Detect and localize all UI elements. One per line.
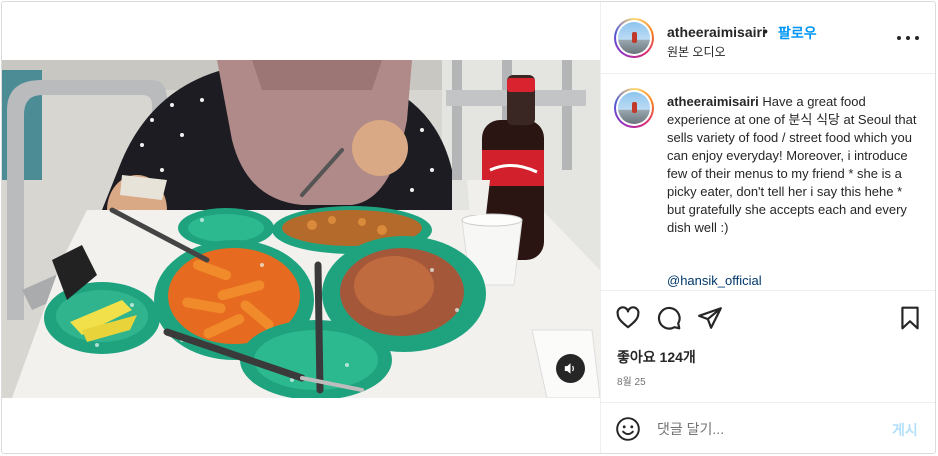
- caption-body: Have a great food experience at one of 분…: [667, 94, 917, 235]
- mention-link[interactable]: @hansik_official: [667, 273, 762, 288]
- comment-input[interactable]: [657, 415, 877, 443]
- follow-button[interactable]: 팔로우: [778, 23, 817, 43]
- emoji-icon[interactable]: [615, 416, 641, 442]
- header-username[interactable]: atheeraimisairi: [667, 24, 766, 40]
- more-options-button[interactable]: [897, 28, 919, 48]
- caption-section: atheeraimisairi Have a great food experi…: [601, 74, 935, 290]
- action-bar: 좋아요 124개 8월 25: [601, 290, 935, 402]
- mute-button[interactable]: [556, 354, 585, 383]
- speaker-icon: [564, 363, 574, 374]
- more-dot-icon: [906, 36, 910, 40]
- share-icon[interactable]: [697, 305, 723, 331]
- post-comment-button[interactable]: 게시: [892, 420, 918, 440]
- bookmark-icon[interactable]: [897, 305, 923, 331]
- food-video-frame: [2, 60, 600, 398]
- post-side-panel: atheeraimisairi • 팔로우 원본 오디오 atheeraimis…: [600, 2, 935, 453]
- post-media: [2, 2, 600, 453]
- like-count[interactable]: 좋아요 124개: [617, 347, 696, 367]
- more-dot-icon: [915, 36, 919, 40]
- separator-dot: •: [763, 23, 768, 39]
- video-player[interactable]: [2, 60, 600, 398]
- avatar[interactable]: [614, 18, 654, 58]
- comment-bar: 게시: [601, 402, 935, 453]
- more-dot-icon: [897, 36, 901, 40]
- caption-avatar[interactable]: [614, 88, 654, 128]
- post-card: atheeraimisairi • 팔로우 원본 오디오 atheeraimis…: [1, 1, 936, 454]
- audio-link[interactable]: 원본 오디오: [667, 43, 726, 60]
- caption-username[interactable]: atheeraimisairi: [667, 94, 759, 109]
- caption-text: atheeraimisairi Have a great food experi…: [667, 93, 917, 237]
- post-header: atheeraimisairi • 팔로우 원본 오디오: [601, 2, 935, 74]
- post-date[interactable]: 8월 25: [617, 373, 646, 388]
- comment-icon[interactable]: [656, 305, 682, 331]
- heart-icon[interactable]: [615, 305, 641, 331]
